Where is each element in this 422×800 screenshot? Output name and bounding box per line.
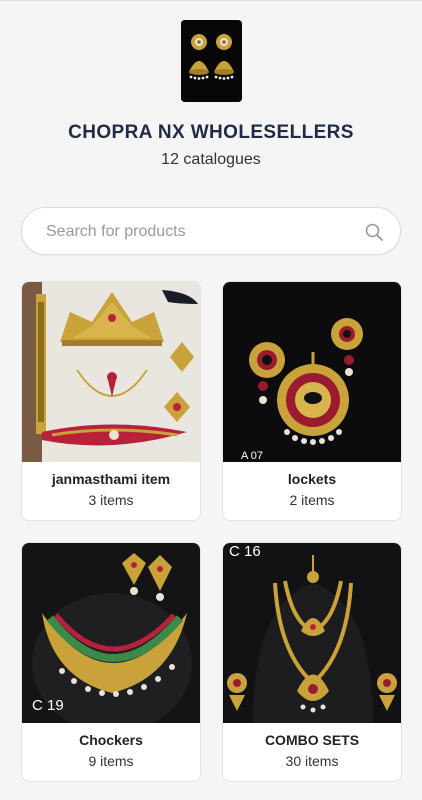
catalogue-image [223,282,401,462]
store-name: CHOPRA NX WHOLESELLERS [68,122,354,143]
catalogue-item-count: 2 items [289,492,335,508]
search-icon[interactable] [364,222,384,242]
store-logo [181,20,242,102]
catalogue-title: lockets [287,471,337,487]
catalogue-item-count: 30 items [285,753,339,769]
catalogue-item-count: 9 items [88,753,134,769]
catalogue-card-lockets[interactable]: A 07 lockets 2 items [222,281,402,521]
catalogue-card-janmasthami[interactable]: janmasthami item 3 items [21,281,201,521]
catalogue-image [22,543,200,723]
catalogue-title: Chockers [79,732,143,748]
catalogue-card-chockers[interactable]: C 19 Chockers 9 items [21,542,201,782]
product-code: C 19 [32,697,64,714]
catalogue-card-combo-sets[interactable]: C 16 COMBO SETS 30 items [222,542,402,782]
catalogue-title: COMBO SETS [264,732,360,748]
product-code: A 07 [241,450,264,462]
catalogue-title: janmasthami item [51,471,171,487]
search-input[interactable] [44,219,348,245]
catalogue-image [223,543,401,723]
catalogue-count: 12 catalogues [161,151,261,168]
search-bar[interactable] [21,207,401,255]
earrings-logo [181,20,242,102]
product-code: C 16 [229,543,261,560]
catalogue-image [22,282,200,462]
top-divider [0,0,422,1]
catalogue-item-count: 3 items [88,492,134,508]
